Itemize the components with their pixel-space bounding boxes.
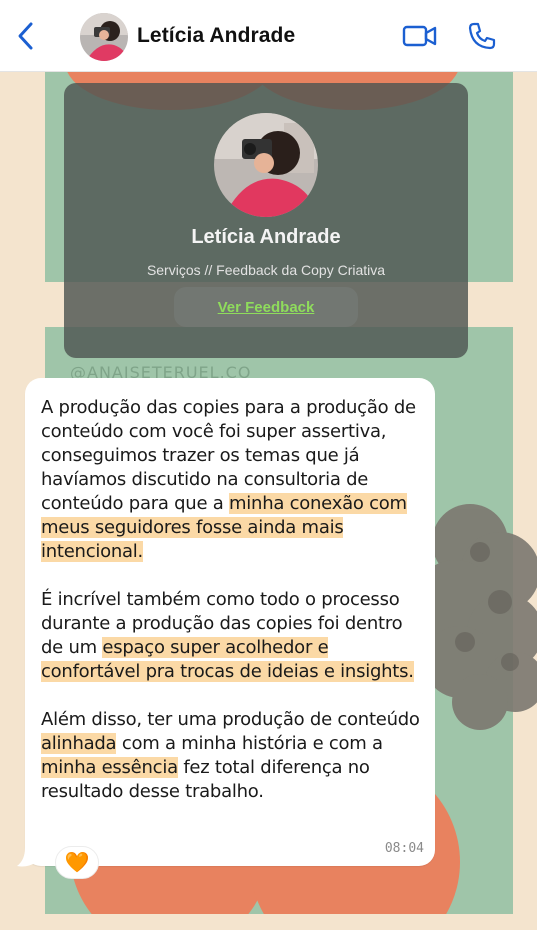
video-camera-icon bbox=[402, 25, 437, 47]
feedback-card[interactable]: Letícia Andrade Serviços // Feedback da … bbox=[64, 83, 468, 358]
highlighted-text: alinhada bbox=[41, 733, 117, 754]
message-paragraph: A produção das copies para a produção de… bbox=[41, 396, 425, 564]
orange-heart-icon: 🧡 bbox=[64, 851, 90, 874]
contact-avatar[interactable] bbox=[80, 13, 128, 61]
voice-call-button[interactable] bbox=[466, 20, 498, 52]
view-feedback-button[interactable]: Ver Feedback bbox=[174, 287, 358, 327]
message-paragraph: Além disso, ter uma produção de conteúdo… bbox=[41, 708, 425, 804]
card-avatar bbox=[214, 113, 318, 217]
message-timestamp: 08:04 bbox=[384, 841, 424, 856]
chat-header: Letícia Andrade bbox=[0, 0, 537, 72]
chevron-left-icon bbox=[18, 22, 33, 50]
contact-name[interactable]: Letícia Andrade bbox=[137, 24, 295, 48]
message-paragraph: É incrível também como todo o processo d… bbox=[41, 588, 425, 684]
bubble-tail bbox=[17, 848, 37, 867]
message-reaction[interactable]: 🧡 bbox=[55, 846, 99, 879]
card-subtitle: Serviços // Feedback da Copy Criativa bbox=[146, 262, 386, 278]
highlighted-text: minha essência bbox=[41, 757, 178, 778]
message-text: A produção das copies para a produção de… bbox=[41, 396, 425, 804]
video-call-button[interactable] bbox=[402, 22, 438, 50]
message-text-segment: com a minha história e com a bbox=[116, 733, 383, 754]
avatar-photo bbox=[80, 13, 128, 61]
view-feedback-link[interactable]: Ver Feedback bbox=[218, 299, 315, 316]
phone-icon bbox=[468, 22, 496, 50]
card-contact-name: Letícia Andrade bbox=[191, 226, 341, 248]
back-button[interactable] bbox=[10, 20, 42, 52]
avatar-photo bbox=[214, 113, 318, 217]
message-text-segment: Além disso, ter uma produção de conteúdo bbox=[41, 709, 420, 730]
incoming-message-bubble[interactable]: A produção das copies para a produção de… bbox=[25, 378, 435, 866]
